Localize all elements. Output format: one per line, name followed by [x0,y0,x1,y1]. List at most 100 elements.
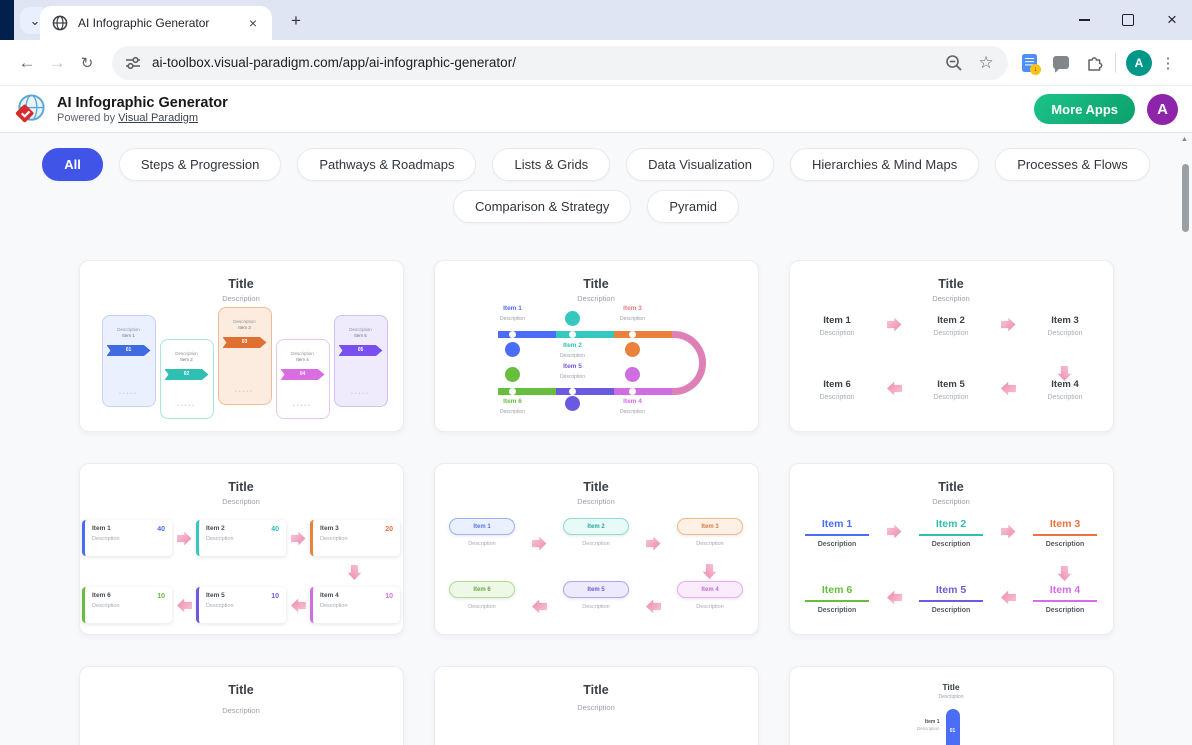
preview-stage: Description Description [80,709,403,745]
card-title: Title [790,480,1113,494]
template-card-partial-grid[interactable]: Title Description Description Descriptio… [79,666,404,745]
address-bar[interactable]: ai-toolbox.visual-paradigm.com/app/ai-in… [112,46,1008,80]
filter-chip-comparison-strategy[interactable]: Comparison & Strategy [453,190,631,223]
item-label: Item 3 [677,518,743,535]
item-label: Item 5 [919,584,983,602]
template-card-stat-cards[interactable]: Title Description Item 1 Description 40 [79,463,404,635]
step-dots [335,382,387,400]
filter-chip-steps-progression[interactable]: Steps & Progression [119,148,282,181]
card-title: Title [435,683,758,697]
arrow-left-icon [177,598,192,613]
template-card-pill-flow[interactable]: Title Description Item 1 Description Ite… [434,463,759,635]
item-desc: Description [320,536,393,542]
more-apps-button[interactable]: More Apps [1034,94,1135,124]
tab-title: AI Infographic Generator [78,16,244,30]
arrow-right-icon [1001,317,1016,332]
item-label: Item 1 [449,518,515,535]
flow-item: Item 3 Description [1020,315,1110,337]
bookmark-star-icon[interactable] [976,53,996,73]
arrow-left-icon [887,381,902,396]
item-desc: Description [551,541,641,547]
roadmap-bar-bottom [498,388,672,395]
minimize-button[interactable] [1078,14,1090,26]
browser-menu-icon[interactable] [1158,50,1178,76]
forward-button[interactable] [42,48,72,78]
filter-chip-pyramid[interactable]: Pyramid [647,190,739,223]
roadmap-bar-top [498,331,672,338]
pill-item: Item 6 Description [437,581,527,610]
step-desc: Description [277,351,329,356]
visual-paradigm-link[interactable]: Visual Paradigm [118,112,198,124]
flow-arrow-cell [996,580,1020,605]
milestone-dot [509,331,516,338]
template-card-zigzag-steps[interactable]: Title Description Description Item 1 01 … [79,260,404,432]
item-desc: Description [92,536,165,542]
stat-item: Item 6 Description 10 [82,587,172,623]
item-desc: Description [320,603,393,609]
scrollbar-thumb[interactable] [1182,164,1189,232]
milestone-dot [569,388,576,395]
step-number-arrow: 04 [281,369,325,380]
browser-tab[interactable]: AI Infographic Generator [40,6,272,40]
site-info-icon[interactable] [124,54,142,72]
browser-toolbar: ai-toolbox.visual-paradigm.com/app/ai-in… [0,40,1192,85]
scroll-up-arrow-icon[interactable] [1181,136,1188,143]
arrow-left-icon [1001,590,1016,605]
comment-extension-icon[interactable] [1053,56,1069,69]
arrow-right-icon [177,531,192,546]
pill-item: Item 1 Description [437,518,527,547]
account-avatar[interactable]: A [1147,94,1178,125]
step-dots [103,382,155,400]
arrow-left-icon [532,599,547,614]
stat-item: Item 5 Description 10 [196,587,286,623]
item-label: Item 3 [1020,315,1110,326]
filter-chip-processes-flows[interactable]: Processes & Flows [995,148,1150,181]
item-label: Item 4 [677,581,743,598]
preview-row: Item 1 Description Item 2 Description It… [435,518,758,551]
item-label: Item 5 [206,592,279,599]
filter-chip-data-visualization[interactable]: Data Visualization [626,148,774,181]
filter-chip-lists-grids[interactable]: Lists & Grids [492,148,610,181]
step-desc: Description [335,327,387,332]
template-card-text-flow[interactable]: Title Description Item 1 Description Ite… [789,260,1114,432]
template-card-partial-circle[interactable]: Title Description Description Descriptio… [434,666,759,745]
browser-profile-avatar[interactable]: A [1126,50,1152,76]
filter-chip-hierarchies-mind-maps[interactable]: Hierarchies & Mind Maps [790,148,979,181]
template-card-underline-flow[interactable]: Title Description Item 1 Description Ite… [789,463,1114,635]
url-text[interactable]: ai-toolbox.visual-paradigm.com/app/ai-in… [152,55,932,70]
arrow-right-icon [1001,524,1016,539]
roadmap-curve [672,331,706,395]
zoom-out-indicator-icon[interactable] [944,53,964,73]
milestone-circle [505,342,520,357]
template-card-vertical-ribbon[interactable]: Title Description 01 Item 1 Description [789,666,1114,745]
step-label: Item 3 [219,325,271,330]
maximize-button[interactable] [1122,14,1134,26]
reload-button[interactable] [72,48,102,78]
new-tab-button[interactable] [284,9,308,33]
arrow-left-icon [1001,381,1016,396]
flow-item: Item 4 Description [1020,379,1110,401]
preview-stage: Item 1 Description Item 2 Description It… [790,506,1113,634]
underline-item: Item 1 Description [792,514,882,548]
preview-stage: Item 1 Description Item 3 Description It… [435,303,758,431]
back-button[interactable] [12,48,42,78]
extensions-puzzle-icon[interactable] [1085,53,1105,73]
preview-row: Item 6 Description Item 5 Description It… [435,581,758,614]
milestone-dot [629,388,636,395]
singlefile-extension-icon[interactable] [1022,54,1037,72]
step-dots [161,394,213,412]
item-label: Item 4 [1020,379,1110,390]
extension-shortcuts [1022,53,1105,73]
filter-chip-all[interactable]: All [42,148,103,181]
template-card-snake-roadmap[interactable]: Title Description [434,260,759,432]
tab-close-icon[interactable] [244,14,262,32]
item-desc: Description [598,316,668,322]
page-scrollbar[interactable] [1178,133,1192,745]
filter-chip-pathways-roadmaps[interactable]: Pathways & Roadmaps [297,148,476,181]
close-window-button[interactable] [1166,14,1178,26]
arrow-down-icon [1057,566,1072,581]
item-desc: Description [792,541,882,548]
app-header: AI Infographic Generator Powered by Visu… [0,85,1192,133]
item-value: 10 [157,593,165,600]
milestone-circle [565,311,580,326]
